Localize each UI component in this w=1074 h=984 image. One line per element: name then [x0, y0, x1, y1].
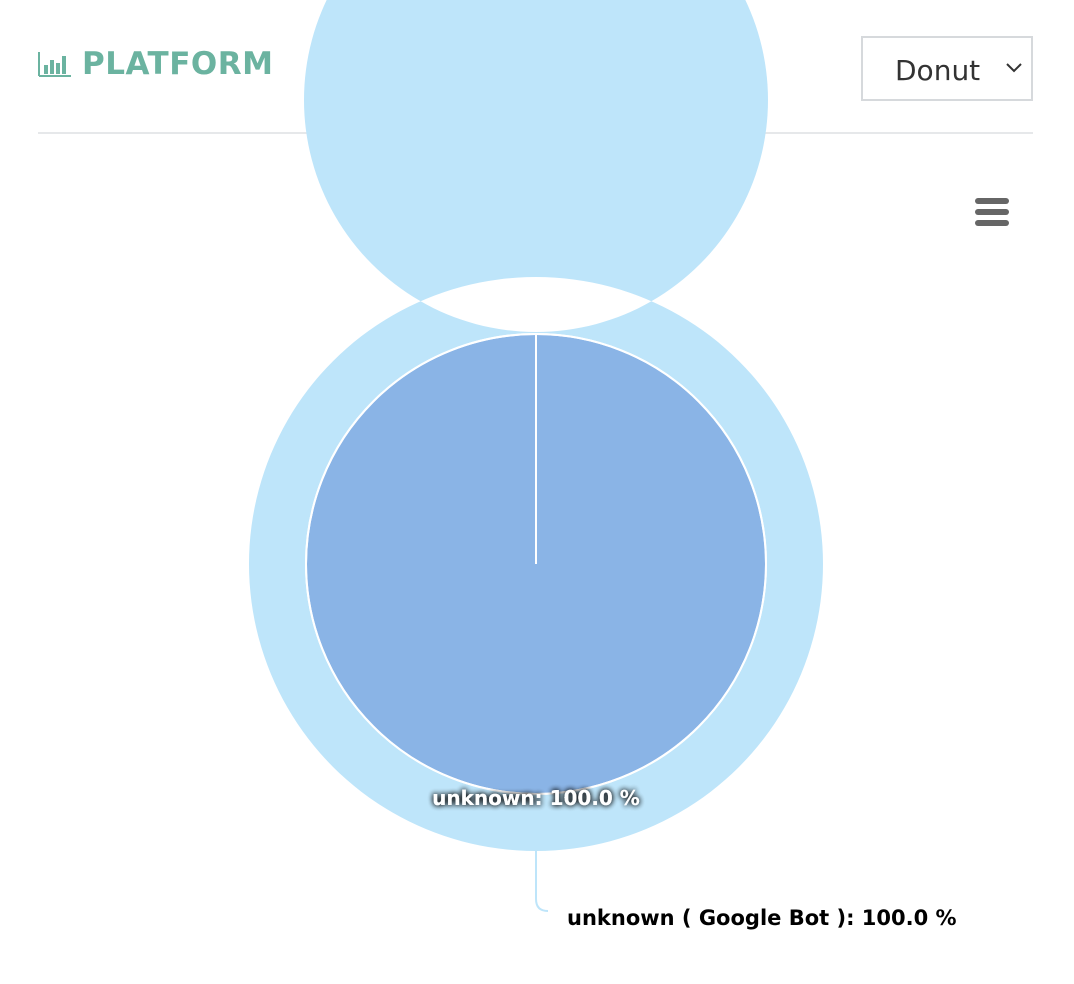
inner-data-label: unknown: 100.0 %	[432, 786, 640, 810]
donut-chart: unknown: 100.0 % unknown ( Google Bot ): …	[248, 0, 957, 930]
outer-data-label: unknown ( Google Bot ): 100.0 %	[567, 906, 957, 930]
outer-label-connector	[535, 851, 549, 912]
